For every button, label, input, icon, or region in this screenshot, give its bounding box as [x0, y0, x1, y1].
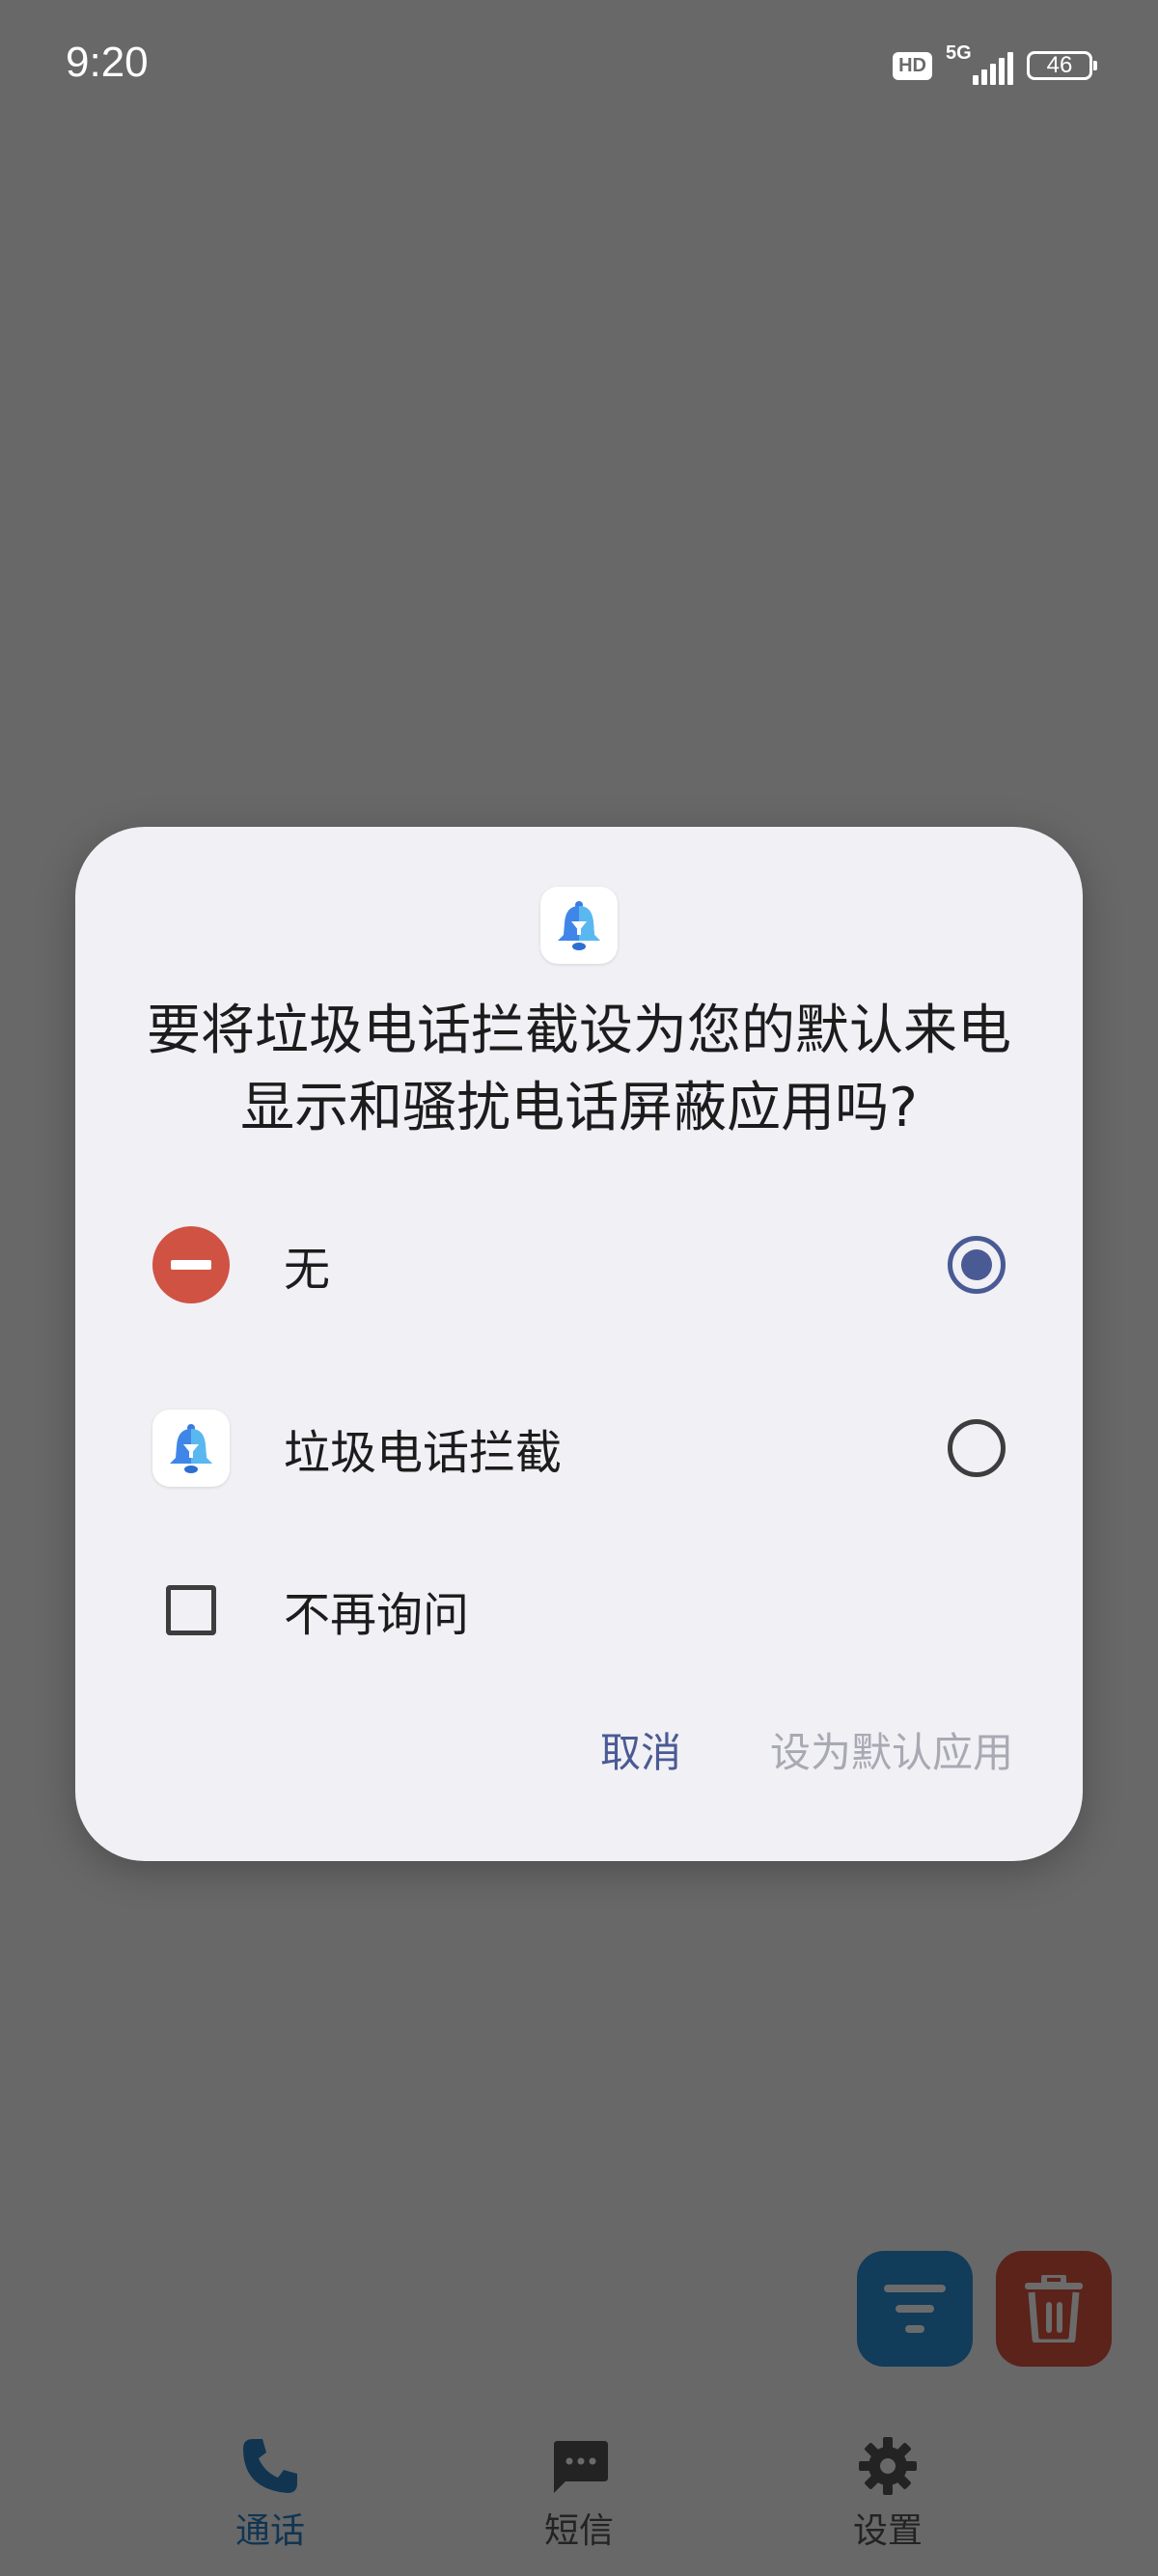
- option-none-icon-wrap: [152, 1226, 230, 1303]
- option-app-icon: [152, 1410, 230, 1487]
- cancel-button[interactable]: 取消: [600, 1720, 681, 1779]
- set-default-button[interactable]: 设为默认应用: [770, 1720, 1013, 1779]
- bell-app-icon: [170, 1424, 212, 1473]
- default-app-dialog: 要将垃圾电话拦截设为您的默认来电显示和骚扰电话屏蔽应用吗? 无 垃圾电话拦截 不…: [75, 827, 1083, 1861]
- hd-badge: HD: [893, 51, 932, 80]
- network-type: 5G: [946, 42, 972, 64]
- dialog-app-icon: [540, 887, 618, 964]
- status-time: 9:20: [66, 39, 149, 86]
- option-none-label: 无: [284, 1243, 331, 1297]
- bell-app-icon: [558, 901, 600, 950]
- option-spam-blocker[interactable]: 垃圾电话拦截: [152, 1390, 1006, 1506]
- option-app-icon-wrap: [152, 1410, 230, 1487]
- dialog-actions: 取消 设为默认应用: [600, 1711, 1013, 1788]
- option-none[interactable]: 无: [152, 1207, 1006, 1323]
- no-entry-icon: [152, 1226, 230, 1303]
- dont-ask-again-checkbox[interactable]: [166, 1585, 216, 1635]
- status-icons: HD 5G 46: [893, 42, 1097, 85]
- signal-icon: [973, 52, 1013, 85]
- dialog-title: 要将垃圾电话拦截设为您的默认来电显示和骚扰电话屏蔽应用吗?: [147, 1000, 1011, 1139]
- status-bar: 9:20 HD 5G 46: [0, 0, 1158, 130]
- battery-indicator: 46: [1027, 51, 1097, 80]
- battery-level: 46: [1046, 52, 1073, 78]
- option-none-radio[interactable]: [948, 1236, 1006, 1294]
- option-spam-blocker-label: 垃圾电话拦截: [284, 1426, 563, 1480]
- signal-indicator: 5G: [946, 42, 1013, 85]
- dont-ask-again-row[interactable]: 不再询问: [152, 1552, 1006, 1668]
- dont-ask-again-label: 不再询问: [284, 1588, 470, 1642]
- option-spam-blocker-radio[interactable]: [948, 1419, 1006, 1477]
